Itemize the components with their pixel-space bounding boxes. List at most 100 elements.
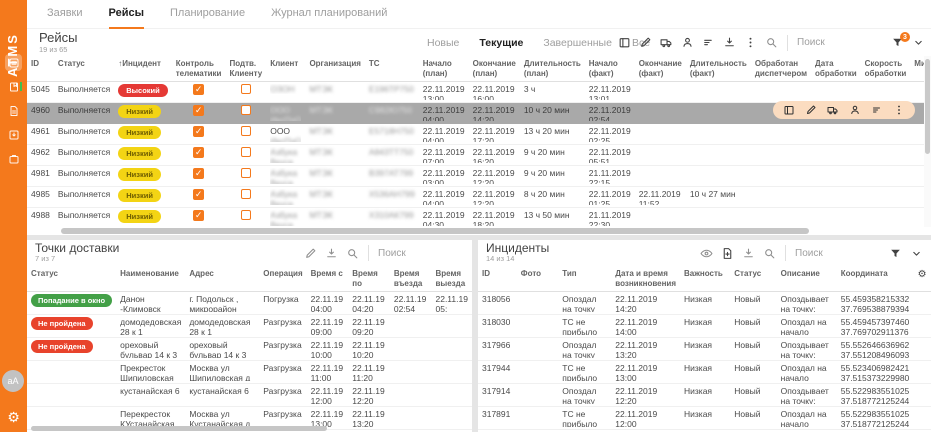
nav-tab-3[interactable]: Журнал планирований (271, 0, 387, 29)
trips-column-header[interactable]: Контроль телематики (172, 56, 226, 82)
delivery-horizontal-scrollbar-thumb[interactable] (31, 426, 327, 431)
trips-column-header[interactable]: Окончание (факт) (635, 56, 686, 82)
edit-icon[interactable] (304, 247, 317, 260)
sort-icon[interactable] (702, 36, 715, 49)
trips-column-header[interactable]: Длительность (план) (520, 56, 585, 82)
delivery-column-header[interactable]: Операция (259, 266, 306, 292)
download-icon[interactable] (325, 247, 338, 260)
trips-view-tab-2[interactable]: Завершенные (543, 37, 612, 49)
trips-view-tab-1[interactable]: Текущие (479, 37, 523, 49)
table-settings-gear-icon[interactable]: ⚙ (913, 266, 931, 292)
fileadd-icon[interactable] (721, 247, 734, 260)
delivery-row[interactable]: Не пройденаореховый бульвар 14 к 3орехов… (27, 338, 472, 361)
delivery-column-header[interactable]: Время по (348, 266, 390, 292)
incidents-column-header[interactable]: Тип (558, 266, 611, 292)
incidents-column-header[interactable]: Статус (730, 266, 776, 292)
trips-column-header[interactable]: Начало (факт) (585, 56, 635, 82)
incidents-search-input[interactable] (793, 247, 881, 260)
trips-row[interactable]: 4961ВыполняетсяНизкий✓ОООИксПэОМТЭКЕ5718… (27, 124, 931, 145)
incident-row[interactable]: 318056Опоздал на точку22.11.2019 14:20Ни… (478, 292, 931, 315)
search-icon[interactable] (346, 247, 359, 260)
incidents-column-header[interactable]: Описание (777, 266, 837, 292)
incident-row[interactable]: 317891ТС не прибыло вовремя на22.11.2019… (478, 407, 931, 430)
nav-tab-1[interactable]: Рейсы (109, 0, 144, 29)
trips-row[interactable]: 4985ВыполняетсяНизкий✓АзбукаВкусаМТЭКХ53… (27, 187, 931, 208)
eye-icon[interactable] (700, 247, 713, 260)
vertical-scrollbar-thumb[interactable] (925, 59, 930, 154)
sidebar-inbox-icon[interactable] (5, 126, 22, 143)
incident-row[interactable]: 317944ТС не прибыло вовремя на22.11.2019… (478, 361, 931, 384)
filter-funnel-icon[interactable]: 3 (891, 36, 904, 49)
incidents-column-header[interactable]: ID (478, 266, 517, 292)
delivery-column-header[interactable]: Время выезда (431, 266, 472, 292)
unchecked-checkbox[interactable] (241, 210, 251, 220)
delivery-column-header[interactable]: Наименование (116, 266, 185, 292)
sort-icon[interactable] (871, 104, 883, 116)
trips-column-header[interactable]: Клиент (266, 56, 305, 82)
search-icon[interactable] (763, 247, 776, 260)
incidents-column-header[interactable]: Важность (680, 266, 730, 292)
trips-view-tab-0[interactable]: Новые (427, 37, 459, 49)
trips-column-header[interactable]: ТС (365, 56, 419, 82)
checked-checkbox[interactable]: ✓ (193, 126, 204, 137)
truck-icon[interactable] (827, 104, 839, 116)
nav-tab-2[interactable]: Планирование (170, 0, 245, 29)
trips-row[interactable]: 4988ВыполняетсяНизкий✓АзбукаВкусаМТЭКХ31… (27, 208, 931, 227)
edit-icon[interactable] (805, 104, 817, 116)
incident-row[interactable]: 318030ТС не прибыло вовремя на22.11.2019… (478, 315, 931, 338)
unchecked-checkbox[interactable] (241, 105, 251, 115)
trips-row[interactable]: 5045ВыполняетсяВысокий✓ОЗОНМТЭКЕ196ТР750… (27, 82, 931, 103)
trips-column-header[interactable]: Обработан диспетчером (751, 56, 811, 82)
trips-column-header[interactable]: Подтв. Клиенту (225, 56, 266, 82)
delivery-search-input[interactable] (376, 247, 464, 260)
trips-column-header[interactable]: ID (27, 56, 54, 82)
incidents-column-header[interactable]: Фото (517, 266, 558, 292)
delivery-column-header[interactable]: Время с (307, 266, 349, 292)
incidents-column-header[interactable]: Дата и время возникновения (611, 266, 680, 292)
incident-row[interactable]: 317966Опоздал на точку22.11.2019 13:20Ни… (478, 338, 931, 361)
truck-icon[interactable] (660, 36, 673, 49)
checked-checkbox[interactable]: ✓ (193, 105, 204, 116)
delivery-row[interactable]: кустанайская 6кустанайская 6Разгрузка22.… (27, 384, 472, 407)
sidebar-book-icon[interactable] (5, 78, 22, 95)
checked-checkbox[interactable]: ✓ (193, 168, 204, 179)
trips-column-header[interactable]: Начало (план) (419, 56, 469, 82)
checked-checkbox[interactable]: ✓ (193, 210, 204, 221)
sidebar-feed-icon[interactable] (5, 54, 22, 71)
sidebar-case-icon[interactable] (5, 150, 22, 167)
avatar[interactable]: aA (2, 370, 24, 392)
checked-checkbox[interactable]: ✓ (193, 189, 204, 200)
trips-row[interactable]: 4962ВыполняетсяНизкий✓АзбукаВкусаМТЭКА84… (27, 145, 931, 166)
person-icon[interactable] (849, 104, 861, 116)
delivery-row[interactable]: Не пройденадомодедовская 28 к 1домодедов… (27, 315, 472, 338)
horizontal-scrollbar-thumb[interactable] (61, 228, 809, 234)
settings-gear-icon[interactable]: ⚙ (0, 410, 27, 424)
trips-column-header[interactable]: Организация (305, 56, 364, 82)
delivery-column-header[interactable]: Адрес (185, 266, 259, 292)
search-icon[interactable] (765, 36, 778, 49)
trips-column-header[interactable]: Окончание (план) (469, 56, 520, 82)
incident-row[interactable]: 317914Опоздал на точку22.11.2019 12:20Ни… (478, 384, 931, 407)
edit-icon[interactable] (639, 36, 652, 49)
chevron-down-icon[interactable] (912, 36, 925, 49)
more-icon[interactable] (893, 104, 905, 116)
sidebar-doc-icon[interactable] (5, 102, 22, 119)
reader-icon[interactable] (618, 36, 631, 49)
person-icon[interactable] (681, 36, 694, 49)
download-icon[interactable] (723, 36, 736, 49)
checked-checkbox[interactable]: ✓ (193, 147, 204, 158)
trips-column-header[interactable]: Дата обработки (811, 56, 861, 82)
reader-icon[interactable] (783, 104, 795, 116)
delivery-column-header[interactable]: Статус (27, 266, 116, 292)
unchecked-checkbox[interactable] (241, 189, 251, 199)
trips-column-header[interactable]: ↑Инцидент (114, 56, 172, 82)
unchecked-checkbox[interactable] (241, 147, 251, 157)
trips-column-header[interactable]: Статус (54, 56, 114, 82)
download-icon[interactable] (742, 247, 755, 260)
delivery-row[interactable]: Попадание в окноДанон -Климовскг. Подоль… (27, 292, 472, 315)
unchecked-checkbox[interactable] (241, 84, 251, 94)
trips-column-header[interactable]: Скорость обработки (861, 56, 911, 82)
delivery-row[interactable]: Прекресток Шипиловская 50 стр 1Москва ул… (27, 361, 472, 384)
trips-search-input[interactable] (795, 36, 883, 49)
trips-row[interactable]: 4981ВыполняетсяНизкий✓АзбукаВкусаМТЭКВ39… (27, 166, 931, 187)
